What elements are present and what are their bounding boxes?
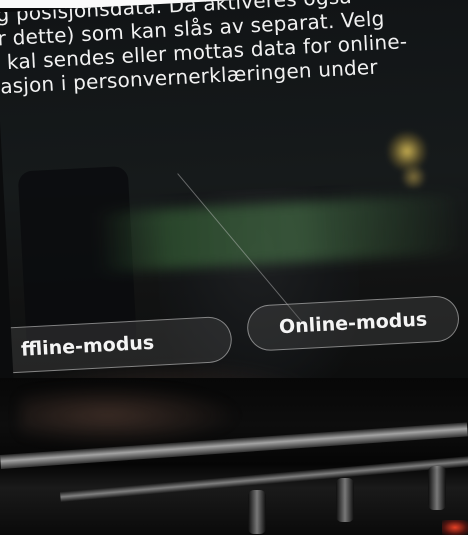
control-knob — [248, 490, 266, 534]
info-text: g posisjonsdata. Da aktiveres også r det… — [0, 0, 468, 99]
offline-mode-label: ffline-modus — [20, 331, 155, 361]
control-knob — [428, 466, 446, 510]
reflection-green-light — [94, 193, 468, 273]
reflection-yellow-light-2 — [397, 165, 430, 189]
online-mode-label: Online-modus — [278, 308, 428, 339]
control-knob — [336, 478, 354, 522]
red-indicator-light — [442, 520, 468, 535]
photo: g posisjonsdata. Da aktiveres også r det… — [0, 0, 468, 535]
infotainment-screen: g posisjonsdata. Da aktiveres også r det… — [0, 0, 468, 413]
bezel-reflection — [20, 385, 240, 445]
online-mode-button[interactable]: Online-modus — [246, 294, 461, 352]
